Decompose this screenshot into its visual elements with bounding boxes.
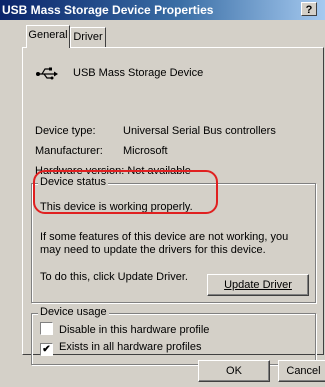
window-title: USB Mass Storage Device Properties [2, 3, 214, 17]
general-tab-page: USB Mass Storage Device Device type: Uni… [22, 47, 324, 365]
properties-dialog: General Driver USB Mass Storage Device D… [0, 20, 325, 387]
disable-profile-label: Disable in this hardware profile [59, 324, 210, 336]
usb-icon [36, 67, 58, 80]
title-bar: USB Mass Storage Device Properties ? [0, 0, 325, 20]
manufacturer-label: Manufacturer: [35, 145, 103, 157]
tab-general[interactable]: General [26, 25, 70, 48]
manufacturer-row: Manufacturer: Microsoft [35, 145, 168, 157]
device-type-label: Device type: [35, 125, 96, 137]
disable-profile-option[interactable]: Disable in this hardware profile [40, 322, 209, 336]
status-info-text: If some features of this device are not … [40, 231, 289, 256]
manufacturer-value: Microsoft [123, 145, 168, 157]
update-driver-label: Update Driver [224, 279, 292, 291]
status-instruction-text: To do this, click Update Driver. [40, 271, 188, 283]
exists-profile-checkbox[interactable]: ✔ [40, 343, 53, 356]
device-type-row: Device type: Universal Serial Bus contro… [35, 125, 276, 137]
exists-profile-label: Exists in all hardware profiles [59, 341, 202, 353]
ok-button[interactable]: OK [198, 360, 270, 382]
tab-driver[interactable]: Driver [70, 27, 106, 47]
update-driver-button[interactable]: Update Driver [207, 274, 309, 296]
disable-profile-checkbox[interactable] [40, 322, 53, 335]
help-button[interactable]: ? [301, 2, 317, 16]
device-usage-group: Device usage Disable in this hardware pr… [31, 306, 316, 365]
status-highlight-annotation [33, 170, 218, 214]
cancel-button[interactable]: Cancel [278, 360, 325, 382]
exists-profile-option[interactable]: ✔ Exists in all hardware profiles [40, 341, 201, 356]
device-name: USB Mass Storage Device [73, 67, 204, 79]
device-usage-label: Device usage [38, 306, 109, 318]
device-type-value: Universal Serial Bus controllers [123, 125, 276, 137]
